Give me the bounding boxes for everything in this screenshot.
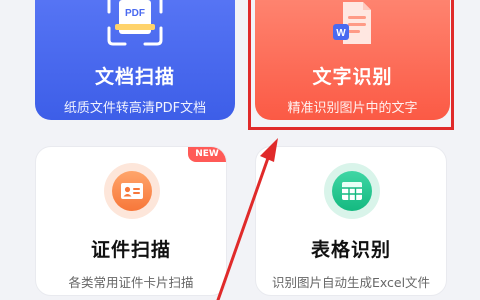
doc-scan-card[interactable]: PDF 文档扫描 纸质文件转高清PDF文档: [35, 0, 235, 120]
svg-text:PDF: PDF: [125, 8, 145, 19]
doc-scan-title: 文档扫描: [94, 66, 175, 88]
doc-scan-subtitle: 纸质文件转高清PDF文档: [63, 101, 207, 116]
id-scan-title: 证件扫描: [90, 239, 171, 261]
table-ocr-subtitle: 识别图片自动生成Excel文件: [271, 275, 431, 290]
id-scan-subtitle: 各类常用证件卡片扫描: [68, 275, 194, 290]
id-card-icon: [104, 163, 160, 219]
table-icon: [324, 163, 380, 219]
new-badge: NEW: [188, 147, 226, 162]
highlight-frame: [248, 0, 454, 130]
pdf-scan-icon: PDF: [105, 0, 165, 46]
table-ocr-title: 表格识别: [310, 239, 391, 261]
id-scan-card[interactable]: NEW 证件扫描 各类常用证件卡片扫描: [35, 146, 227, 296]
table-ocr-card[interactable]: 表格识别 识别图片自动生成Excel文件: [255, 146, 447, 296]
